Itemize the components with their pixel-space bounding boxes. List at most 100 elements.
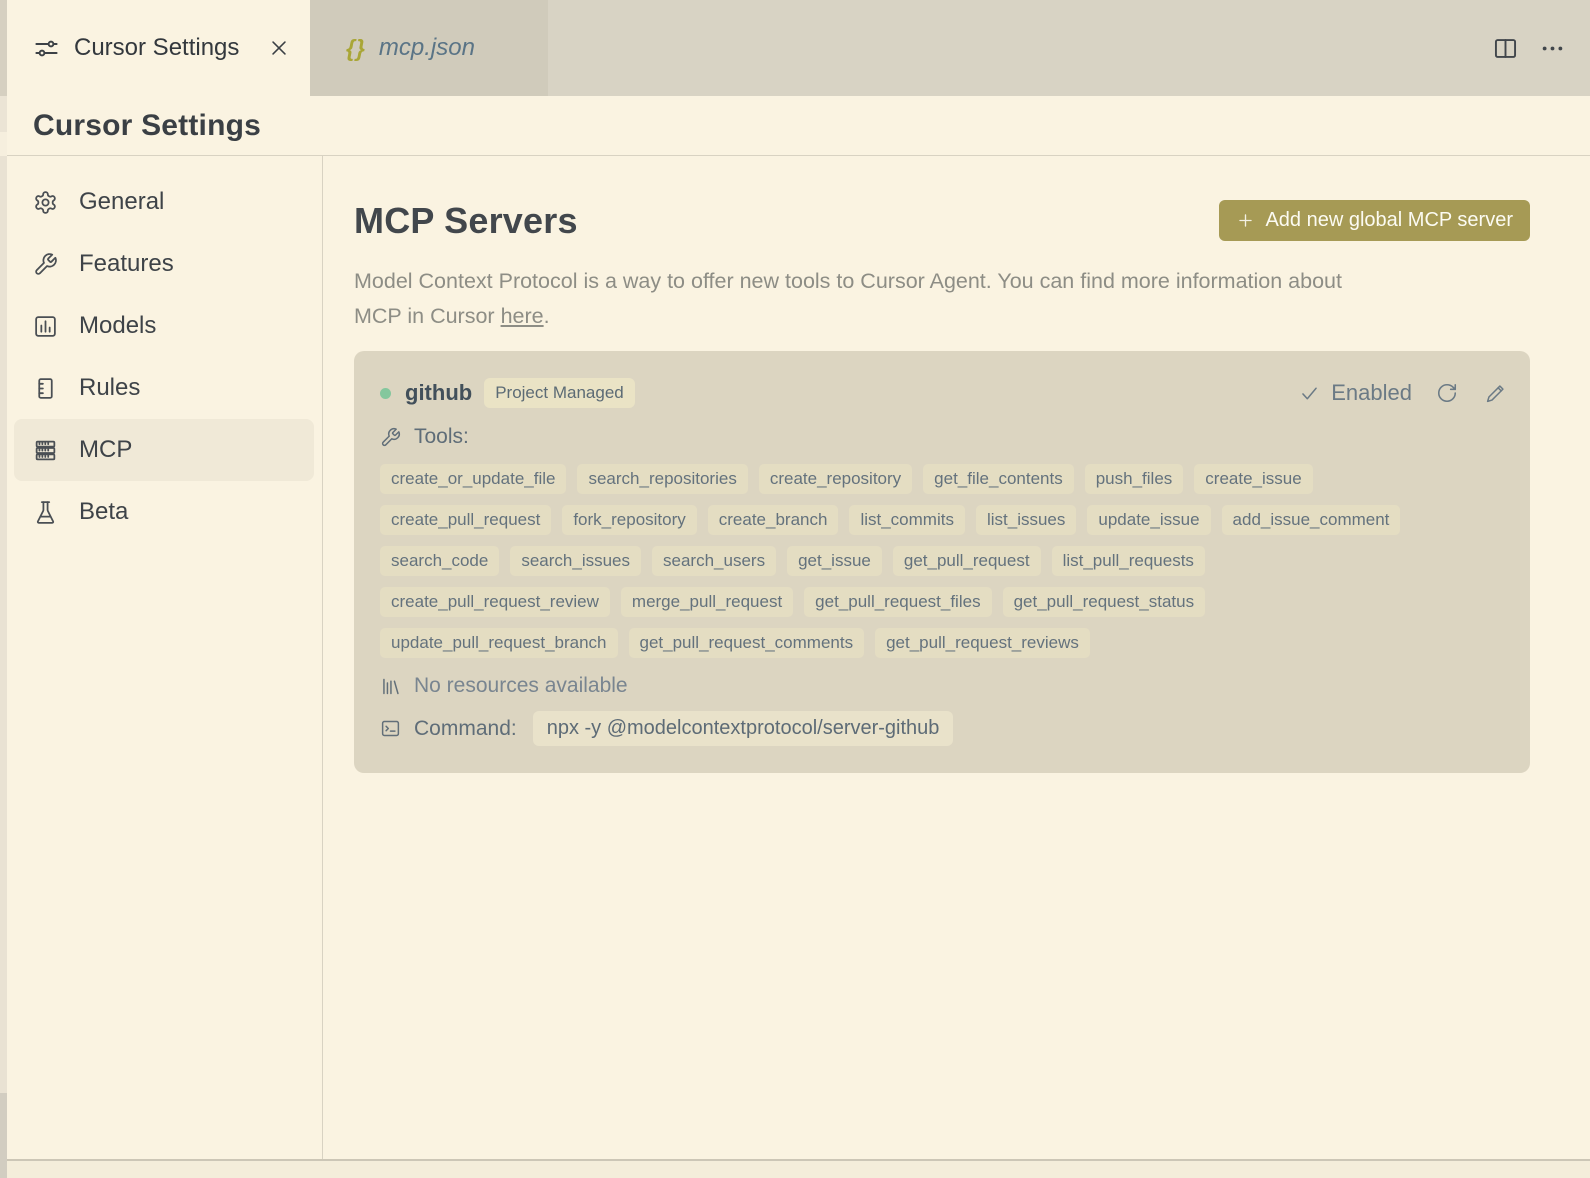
page-title: Cursor Settings — [7, 96, 1590, 156]
tool-chip-row: update_pull_request_branch get_pull_reque… — [380, 628, 1506, 659]
tab-mcp-json[interactable]: {} mcp.json — [310, 0, 548, 96]
tool-chip: fork_repository — [562, 505, 697, 536]
tool-chip: search_users — [652, 546, 777, 577]
tab-cursor-settings[interactable]: Cursor Settings — [7, 0, 310, 96]
tool-chip: get_pull_request_comments — [628, 628, 865, 659]
tool-chip: get_file_contents — [923, 464, 1074, 495]
add-button-label: Add new global MCP server — [1265, 209, 1513, 231]
status-bar-edge — [7, 1159, 1590, 1178]
section-title: MCP Servers — [354, 200, 578, 241]
tool-chip: create_repository — [758, 464, 913, 495]
tool-chip: update_issue — [1087, 505, 1211, 536]
server-status-dot — [380, 387, 391, 399]
description-line-1: Model Context Protocol is a way to offer… — [354, 269, 1342, 294]
tool-chip-row: search_code search_issues search_users get_… — [380, 546, 1506, 577]
server-card-header: github Project Managed Enabled — [380, 378, 1506, 409]
tool-chip: get_pull_request_reviews — [875, 628, 1090, 659]
close-icon[interactable] — [268, 37, 290, 59]
sidebar-item-label: MCP — [79, 436, 133, 463]
sidebar-item-label: Beta — [79, 498, 129, 525]
tool-chip: search_repositories — [577, 464, 748, 495]
project-managed-badge: Project Managed — [484, 378, 635, 409]
sidebar-item-features[interactable]: Features — [14, 233, 314, 295]
library-icon — [380, 676, 401, 697]
tools-row: Tools: — [380, 425, 1506, 449]
add-global-mcp-server-button[interactable]: Add new global MCP server — [1219, 200, 1530, 241]
gear-icon — [33, 190, 58, 215]
terminal-icon — [380, 718, 401, 739]
description-line-2: MCP in Cursor here. — [354, 299, 1530, 334]
check-icon — [1299, 383, 1320, 404]
tool-chip: get_pull_request — [892, 546, 1041, 577]
settings-body: General Features Models Rules MCP Beta MCP Se… — [7, 156, 1590, 1159]
tool-chip: add_issue_comment — [1221, 505, 1401, 536]
server-stack-icon — [33, 438, 58, 463]
sidebar-item-rules[interactable]: Rules — [14, 357, 314, 419]
sidebar-item-mcp[interactable]: MCP — [14, 419, 314, 481]
tool-chip-row: create_or_update_file search_repositories… — [380, 464, 1506, 495]
tool-chip: push_files — [1084, 464, 1184, 495]
tool-chip-row: create_pull_request_review merge_pull_req… — [380, 587, 1506, 618]
tool-chip: list_commits — [849, 505, 965, 536]
sidebar-item-label: General — [79, 188, 165, 215]
plus-icon — [1236, 211, 1255, 230]
tab-label: mcp.json — [378, 34, 475, 61]
tool-chip: merge_pull_request — [620, 587, 794, 618]
refresh-icon[interactable] — [1436, 382, 1458, 404]
more-actions-icon[interactable] — [1539, 35, 1566, 62]
tool-chip: get_pull_request_files — [804, 587, 992, 618]
tool-chip: update_pull_request_branch — [380, 628, 618, 659]
window-edge — [0, 0, 7, 1178]
split-editor-icon[interactable] — [1492, 35, 1519, 62]
description-period: . — [543, 304, 550, 329]
tools-icon — [33, 252, 58, 277]
mcp-server-card-github: github Project Managed Enabled Tools: cr… — [354, 351, 1530, 774]
tool-chip: get_pull_request_status — [1002, 587, 1206, 618]
command-row: Command: npx -y @modelcontextprotocol/se… — [380, 711, 1506, 747]
sidebar-item-label: Models — [79, 312, 157, 339]
mcp-heading-row: MCP Servers Add new global MCP server — [354, 200, 1530, 241]
tab-label: Cursor Settings — [74, 34, 240, 61]
resources-row: No resources available — [380, 674, 1506, 698]
tool-chip: search_issues — [510, 546, 642, 577]
mcp-settings-panel: MCP Servers Add new global MCP server Mo… — [323, 156, 1590, 1159]
enabled-label: Enabled — [1331, 380, 1412, 406]
sliders-icon — [33, 35, 60, 62]
editor-tab-bar: Cursor Settings {} mcp.json — [7, 0, 1590, 96]
tool-chip: list_pull_requests — [1051, 546, 1205, 577]
enabled-toggle[interactable]: Enabled — [1299, 380, 1412, 406]
tool-chip: list_issues — [975, 505, 1077, 536]
tool-chip-row: create_pull_request fork_repository create… — [380, 505, 1506, 536]
tool-chip: create_issue — [1194, 464, 1313, 495]
tool-chip: search_code — [380, 546, 500, 577]
tool-chip: create_branch — [707, 505, 839, 536]
tool-chip: create_pull_request_review — [380, 587, 610, 618]
pencil-icon[interactable] — [1485, 383, 1506, 404]
here-link[interactable]: here — [501, 304, 544, 328]
description-line-2-text: MCP in Cursor — [354, 304, 501, 329]
mcp-description: Model Context Protocol is a way to offer… — [354, 264, 1530, 334]
sidebar-item-label: Rules — [79, 374, 141, 401]
tab-bar-actions — [1492, 0, 1590, 96]
sidebar-item-beta[interactable]: Beta — [14, 481, 314, 543]
sidebar-item-general[interactable]: General — [14, 171, 314, 233]
resources-text: No resources available — [414, 674, 628, 698]
tool-chip: create_pull_request — [380, 505, 552, 536]
rules-icon — [33, 376, 58, 401]
tool-chip: get_issue — [787, 546, 882, 577]
flask-icon — [33, 500, 58, 525]
command-label: Command: — [414, 716, 517, 740]
sidebar-item-label: Features — [79, 250, 174, 277]
bar-chart-icon — [33, 314, 58, 339]
server-card-actions: Enabled — [1299, 380, 1506, 406]
tool-chip: create_or_update_file — [380, 464, 567, 495]
tools-chip-rows: create_or_update_file search_repositories… — [380, 464, 1506, 659]
settings-nav: General Features Models Rules MCP Beta — [7, 156, 323, 1159]
cursor-settings-window: Cursor Settings {} mcp.json Cursor Setti… — [0, 0, 1590, 1178]
tools-label: Tools: — [414, 425, 469, 449]
command-value: npx -y @modelcontextprotocol/server-gith… — [532, 711, 954, 747]
tools-icon — [380, 427, 401, 448]
server-name: github — [405, 380, 473, 406]
sidebar-item-models[interactable]: Models — [14, 295, 314, 357]
braces-icon: {} — [346, 34, 366, 61]
